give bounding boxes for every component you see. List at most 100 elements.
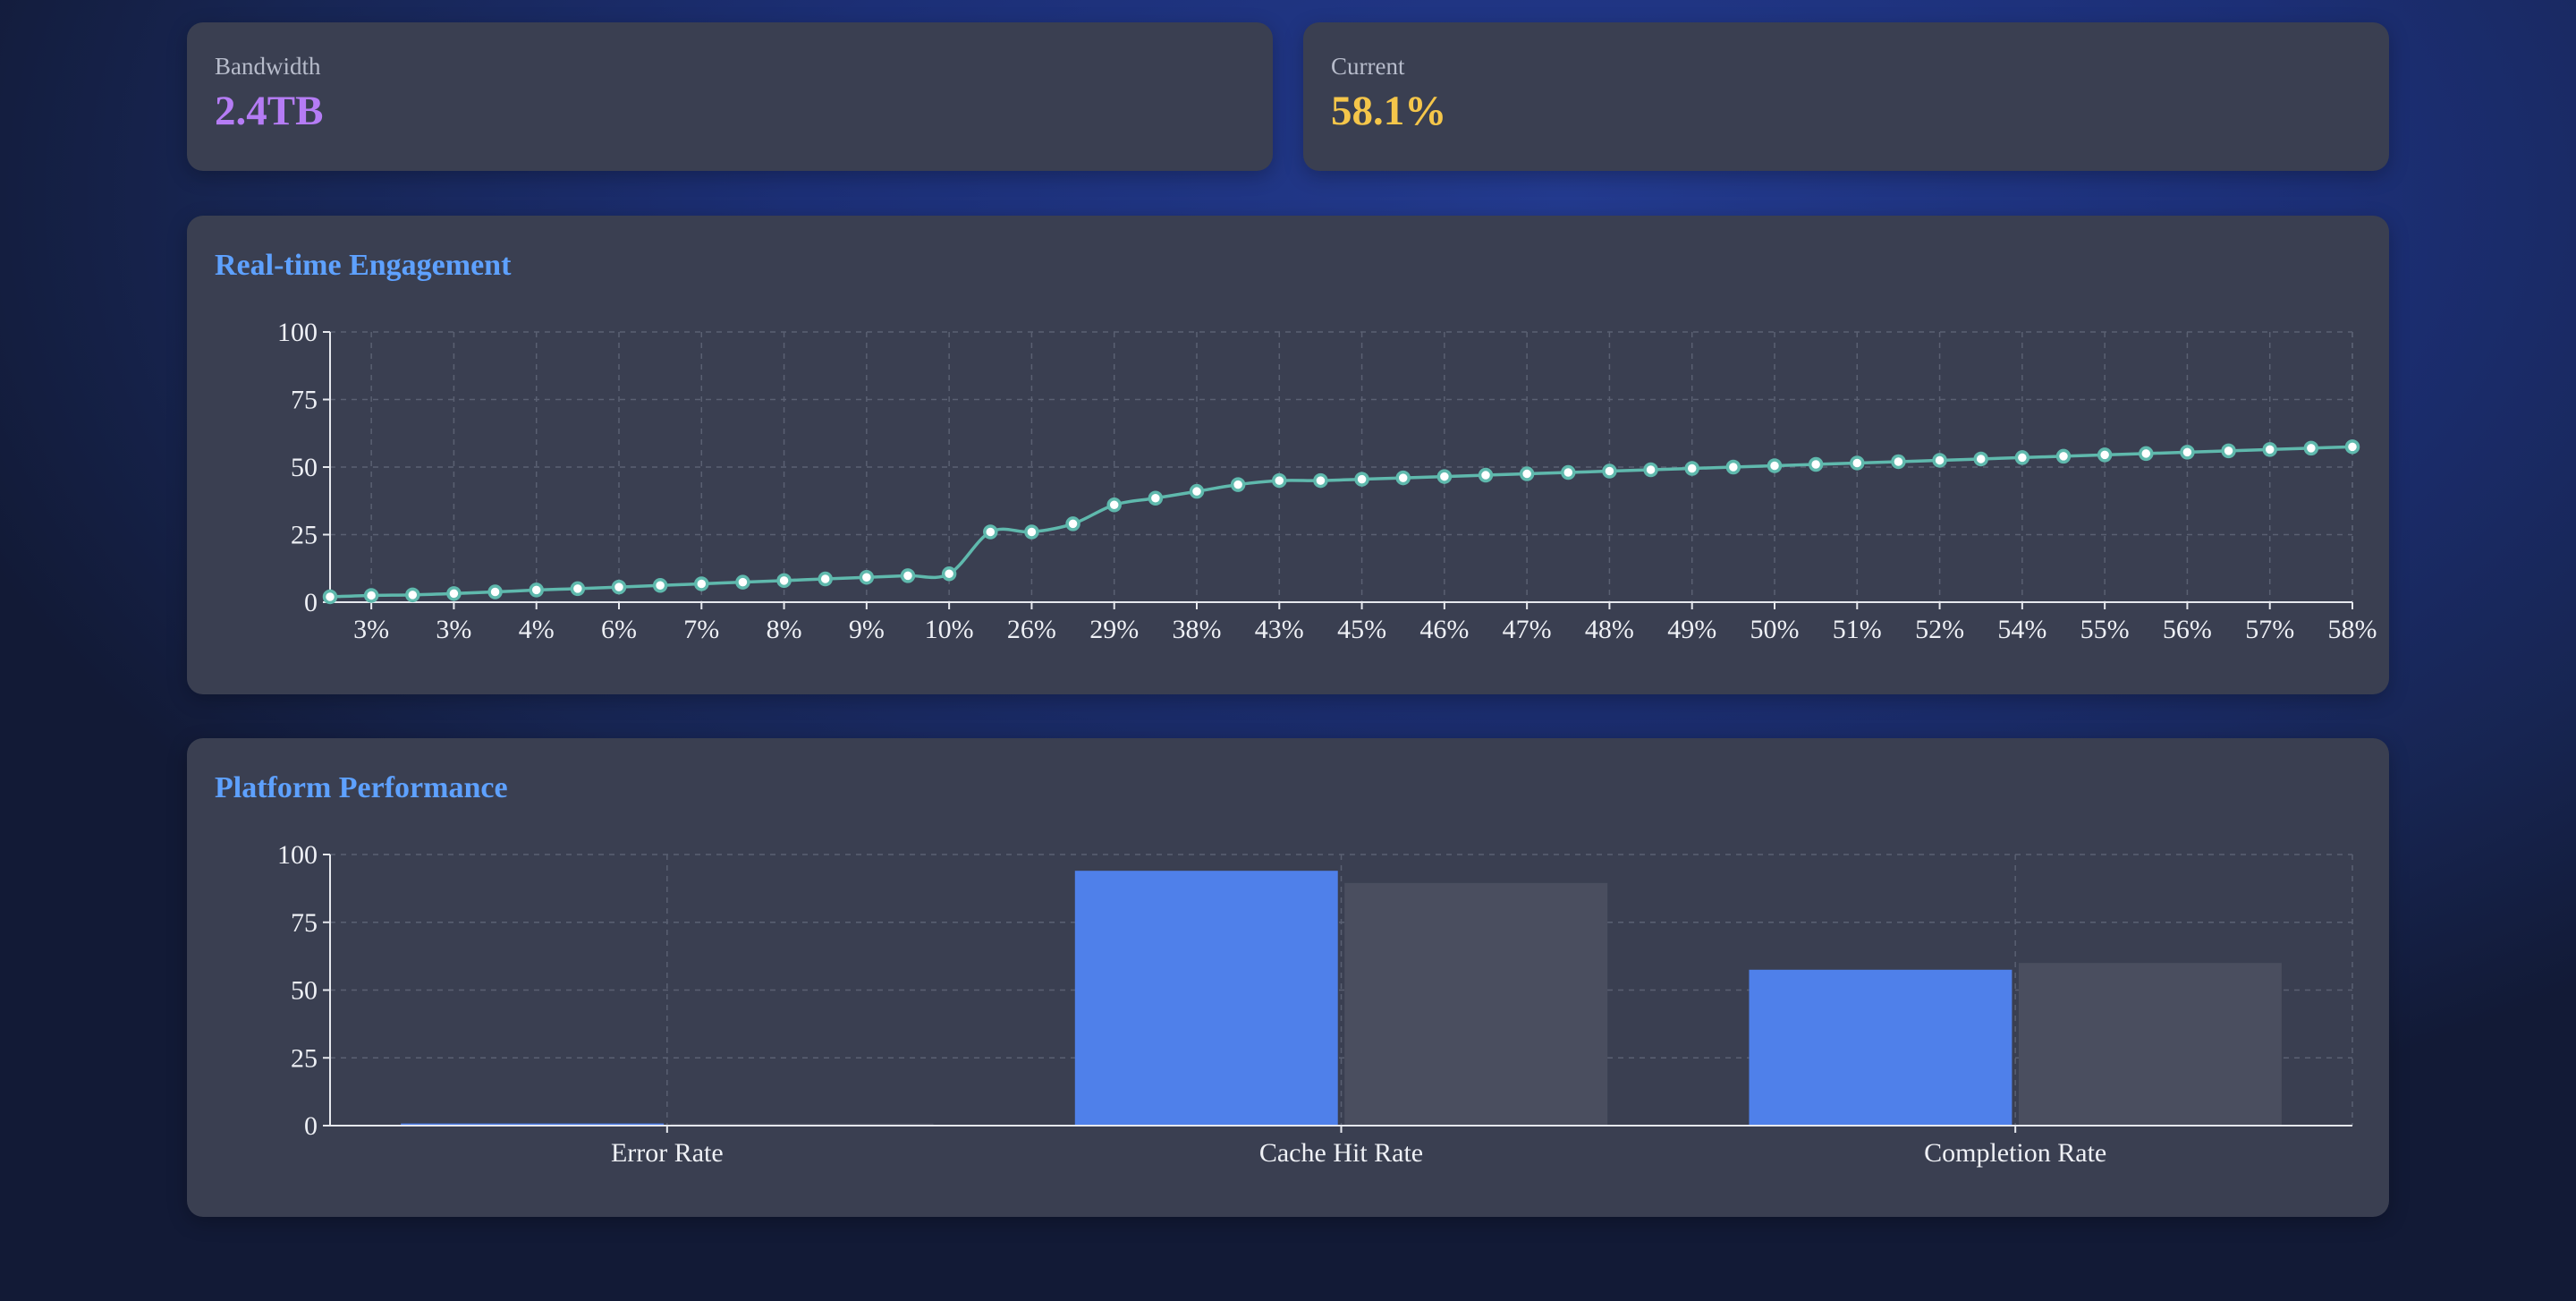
stat-card-bandwidth: Bandwidth 2.4TB bbox=[187, 22, 1273, 171]
engagement-data-point bbox=[1478, 467, 1494, 483]
engagement-data-point bbox=[405, 587, 420, 603]
x-tick-label: 54% bbox=[1997, 615, 2046, 644]
engagement-data-point bbox=[818, 571, 833, 587]
y-tick-label: 50 bbox=[291, 453, 318, 482]
x-tick-label: 57% bbox=[2245, 615, 2294, 644]
x-tick-label: 8% bbox=[767, 615, 802, 644]
bar-completion-rate-series-2 bbox=[2018, 963, 2282, 1126]
engagement-data-point bbox=[900, 568, 916, 583]
x-tick-label: 58% bbox=[2328, 615, 2377, 644]
engagement-data-point bbox=[1148, 490, 1164, 506]
performance-bar-chart: 0 25 50 75 100 Error Rate Cache Hit Rate Comple… bbox=[277, 840, 2353, 1168]
x-tick-label: 4% bbox=[519, 615, 555, 644]
engagement-data-point bbox=[2014, 450, 2030, 465]
x-category-label: Completion Rate bbox=[1924, 1138, 2106, 1168]
stat-label-bandwidth: Bandwidth bbox=[215, 53, 321, 80]
engagement-data-point bbox=[1024, 524, 1039, 540]
engagement-data-point bbox=[1106, 497, 1122, 513]
x-category-label: Error Rate bbox=[611, 1138, 724, 1168]
engagement-data-point bbox=[735, 574, 750, 590]
y-tick-label: 25 bbox=[291, 1043, 318, 1073]
engagement-data-point bbox=[1354, 472, 1369, 487]
x-tick-label: 48% bbox=[1585, 615, 1634, 644]
engagement-data-point bbox=[2180, 445, 2195, 460]
engagement-data-point bbox=[570, 581, 586, 597]
engagement-line-chart: 0 25 50 75 100 3% 3% 4% 6% 7% 8% 9% 10% 26% 29% 38% 43% 4… bbox=[277, 318, 2377, 644]
x-tick-label: 52% bbox=[1915, 615, 1964, 644]
y-tick-label: 0 bbox=[304, 588, 318, 617]
engagement-data-point bbox=[1932, 453, 1947, 468]
engagement-data-point bbox=[859, 569, 875, 585]
x-tick-label: 7% bbox=[683, 615, 719, 644]
x-tick-label: 6% bbox=[601, 615, 637, 644]
x-tick-label: 3% bbox=[436, 615, 471, 644]
x-tick-label: 55% bbox=[2080, 615, 2130, 644]
engagement-data-point bbox=[1684, 461, 1699, 476]
engagement-data-point bbox=[611, 579, 627, 595]
engagement-data-point bbox=[1850, 455, 1865, 471]
engagement-data-point bbox=[487, 584, 503, 599]
x-tick-label: 56% bbox=[2163, 615, 2212, 644]
engagement-chart-card: Real-time Engagement 0 25 50 75 100 3% 3% 4% 6% 7… bbox=[187, 216, 2389, 694]
engagement-data-point bbox=[2262, 442, 2277, 457]
engagement-data-point bbox=[1602, 463, 1617, 479]
performance-chart-card: Platform Performance 0 25 50 75 100 Error Rat… bbox=[187, 738, 2389, 1217]
engagement-data-point bbox=[1643, 462, 1658, 478]
engagement-data-point bbox=[1808, 456, 1824, 472]
engagement-data-point bbox=[1230, 477, 1246, 492]
engagement-data-point bbox=[941, 566, 957, 582]
engagement-data-point bbox=[1725, 459, 1741, 475]
y-tick-label: 50 bbox=[291, 976, 318, 1006]
engagement-data-point bbox=[1519, 466, 1535, 481]
engagement-data-point bbox=[694, 576, 709, 591]
y-tick-label: 0 bbox=[304, 1111, 318, 1141]
x-tick-label: 49% bbox=[1667, 615, 1716, 644]
engagement-data-point bbox=[529, 582, 544, 598]
engagement-series-line bbox=[329, 445, 2353, 599]
stat-value-bandwidth: 2.4TB bbox=[215, 88, 324, 134]
engagement-data-point bbox=[1767, 458, 1783, 473]
bar-completion-rate-series-1 bbox=[1749, 969, 2012, 1126]
x-tick-label: 3% bbox=[353, 615, 389, 644]
x-tick-label: 10% bbox=[925, 615, 974, 644]
engagement-data-point bbox=[776, 573, 792, 589]
y-tick-label: 25 bbox=[291, 521, 318, 550]
engagement-data-point bbox=[652, 578, 668, 593]
x-tick-label: 46% bbox=[1419, 615, 1469, 644]
engagement-data-point bbox=[446, 586, 462, 601]
y-tick-label: 100 bbox=[277, 318, 318, 347]
engagement-data-point bbox=[363, 588, 379, 603]
x-tick-label: 50% bbox=[1750, 615, 1800, 644]
x-tick-label: 47% bbox=[1503, 615, 1552, 644]
engagement-data-point bbox=[2221, 443, 2236, 459]
x-tick-label: 26% bbox=[1007, 615, 1056, 644]
engagement-data-point bbox=[2303, 440, 2319, 456]
engagement-data-point bbox=[2344, 439, 2360, 455]
x-tick-label: 45% bbox=[1337, 615, 1386, 644]
engagement-data-point bbox=[1561, 464, 1576, 480]
x-tick-label: 38% bbox=[1173, 615, 1222, 644]
stat-card-current: Current 58.1% bbox=[1303, 22, 2389, 171]
engagement-data-point bbox=[1395, 470, 1411, 486]
y-tick-label: 75 bbox=[291, 908, 318, 938]
engagement-data-point bbox=[1973, 451, 1988, 467]
engagement-data-point bbox=[2139, 446, 2154, 462]
bar-cache-hit-rate-series-2 bbox=[1344, 882, 1608, 1126]
y-tick-label: 75 bbox=[291, 386, 318, 415]
engagement-data-point bbox=[2055, 448, 2072, 464]
engagement-data-point bbox=[2097, 447, 2113, 463]
engagement-data-point bbox=[1313, 472, 1328, 489]
x-tick-label: 9% bbox=[849, 615, 885, 644]
engagement-data-point bbox=[983, 524, 998, 540]
bar-cache-hit-rate-series-1 bbox=[1074, 871, 1338, 1126]
stat-label-current: Current bbox=[1331, 53, 1405, 80]
engagement-data-point bbox=[1436, 469, 1453, 484]
engagement-data-point bbox=[1272, 472, 1287, 489]
y-tick-label: 100 bbox=[277, 840, 318, 870]
engagement-data-point bbox=[1189, 483, 1205, 499]
x-tick-label: 51% bbox=[1833, 615, 1882, 644]
engagement-data-point bbox=[322, 589, 338, 605]
x-category-label: Cache Hit Rate bbox=[1259, 1138, 1423, 1168]
engagement-data-point bbox=[1065, 516, 1080, 531]
x-tick-label: 43% bbox=[1255, 615, 1304, 644]
